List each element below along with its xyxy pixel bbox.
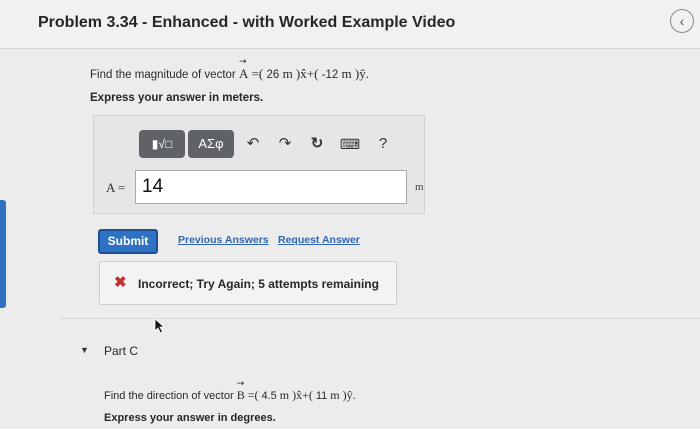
keyboard-icon[interactable]: ⌨ — [339, 132, 361, 156]
incorrect-x-icon: ✖ — [114, 274, 127, 291]
part-c-instruction: Express your answer in degrees. — [104, 412, 276, 424]
feedback-box: ✖ Incorrect; Try Again; 5 attempts remai… — [99, 261, 397, 305]
templates-button[interactable]: ▮√□ — [139, 130, 185, 158]
math-toolbar: ▮√□ ΑΣφ ↶ ↷ ↻ ⌨ ? — [139, 130, 399, 160]
answer-label: A = — [106, 180, 126, 195]
unit-y-text: m )ŷ. — [338, 66, 369, 81]
unit-x-text: m )x̂+( — [279, 66, 322, 81]
feedback-text: Incorrect; Try Again; 5 attempts remaini… — [138, 277, 379, 291]
request-answer-link[interactable]: Request Answer — [278, 234, 360, 246]
x-component: 26 — [266, 69, 280, 81]
left-accent-bar — [0, 200, 6, 308]
equals-text: =( — [248, 66, 267, 81]
part-b-prompt: Find the magnitude of vector A =( 26 m )… — [90, 57, 369, 82]
greek-symbols-button[interactable]: ΑΣφ — [188, 130, 234, 158]
part-b-instruction: Express your answer in meters. — [90, 92, 264, 104]
back-icon[interactable]: ‹ — [670, 9, 694, 33]
part-c-prompt: Find the direction of vector B =( 4.5 m … — [104, 379, 356, 403]
previous-answers-link[interactable]: Previous Answers — [178, 234, 269, 246]
unit-y-text: m )ŷ. — [327, 388, 356, 402]
x-component: 4.5 — [261, 390, 277, 402]
part-c-label[interactable]: Part C — [104, 344, 138, 358]
y-component: 11 — [315, 390, 328, 402]
reset-icon[interactable]: ↻ — [307, 132, 327, 156]
prompt-prefix: Find the direction of vector — [104, 390, 237, 402]
mouse-cursor-icon — [154, 318, 166, 334]
answer-unit: m — [415, 181, 424, 193]
help-icon[interactable]: ? — [373, 132, 393, 156]
prompt-prefix: Find the magnitude of vector — [90, 69, 239, 81]
equals-text: =( — [244, 388, 262, 402]
page-title: Problem 3.34 - Enhanced - with Worked Ex… — [38, 14, 456, 31]
y-component: -12 — [321, 69, 339, 81]
vector-a-symbol: A — [239, 57, 248, 82]
submit-button[interactable]: Submit — [98, 229, 158, 254]
answer-input[interactable]: 14 — [135, 170, 407, 204]
vector-b-symbol: B — [237, 379, 245, 403]
undo-icon[interactable]: ↶ — [243, 132, 263, 156]
unit-x-text: m )x̂+( — [276, 388, 316, 402]
redo-icon[interactable]: ↷ — [275, 132, 295, 156]
page: Problem 3.34 - Enhanced - with Worked Ex… — [0, 0, 700, 429]
header-bar: Problem 3.34 - Enhanced - with Worked Ex… — [0, 0, 700, 49]
collapse-caret-icon[interactable]: ▼ — [80, 345, 89, 355]
